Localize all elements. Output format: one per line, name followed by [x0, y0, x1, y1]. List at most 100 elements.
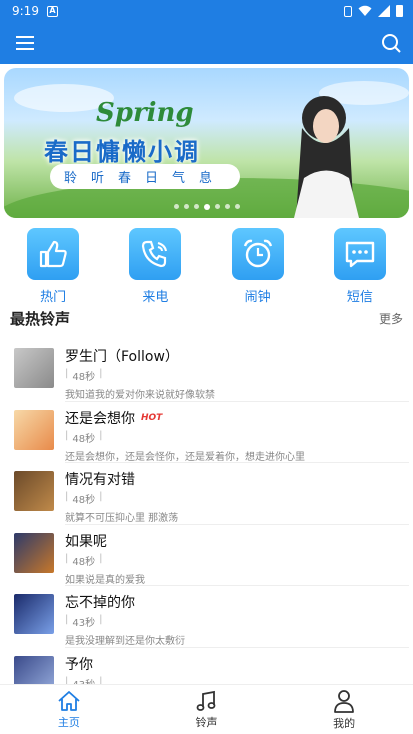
carousel-dot[interactable] [193, 204, 199, 209]
song-meta: | 48秒 | [65, 368, 409, 383]
carousel-dot[interactable] [203, 204, 210, 210]
banner-carousel[interactable]: Spring 春日慵懒小调 聆听春日气息 [4, 68, 409, 218]
hot-badge: HOT [141, 412, 163, 423]
menu-icon[interactable] [16, 35, 34, 51]
song-title: 罗生门（Follow） [65, 349, 179, 365]
carousel-dot[interactable] [214, 204, 220, 209]
song-title-row: 予你 [65, 654, 409, 674]
song-duration: 48秒 [72, 495, 96, 506]
song-meta: | 48秒 | [65, 491, 409, 506]
song-duration: 48秒 [72, 372, 96, 383]
song-duration: 48秒 [72, 556, 96, 568]
category-label: 闹钟 [244, 290, 271, 305]
tab-ringtones[interactable]: 铃声 [166, 690, 246, 730]
divider: | [99, 614, 103, 625]
song-title-row: 情况有对错 [65, 469, 409, 489]
carousel-indicator [4, 204, 409, 210]
bottom-tab-bar: 主页 铃声 我的 [0, 684, 413, 734]
divider: | [65, 429, 69, 441]
song-cover [14, 348, 54, 388]
banner-title: 春日慵懒小调 [44, 138, 200, 166]
music-note-icon [197, 690, 216, 711]
ringtone-item[interactable]: 如果呢 | 48秒 | 如果说是真的爱我 [0, 525, 413, 586]
category-sms[interactable]: 短信 [320, 228, 400, 306]
ringtone-item[interactable]: 还是会想你 HOT | 48秒 | 还是会想你，还是会怪你，还是爱着你，想走进你心里 [0, 402, 413, 463]
song-title: 忘不掉的你 [65, 595, 135, 611]
song-cover [14, 655, 54, 684]
status-bar: 9:19 A [0, 0, 413, 22]
divider: | [99, 675, 103, 685]
song-meta: | 48秒 | [65, 553, 409, 568]
category-label: 来电 [142, 290, 169, 305]
song-info: 予你|43秒| [65, 654, 409, 685]
category-label: 短信 [346, 290, 373, 305]
song-title: 如果呢 [65, 533, 107, 550]
tab-profile[interactable]: 我的 [304, 689, 384, 731]
song-title: 还是会想你 [65, 410, 135, 427]
divider: | [65, 675, 69, 685]
ringtone-item[interactable]: 予你|43秒| [0, 648, 413, 685]
carousel-dot[interactable] [234, 204, 240, 209]
notification-a-icon: A [46, 5, 58, 17]
song-title: 予你 [65, 656, 93, 673]
category-hot[interactable]: 热门 [13, 228, 93, 306]
song-meta: | 48秒 | [65, 430, 409, 445]
app-bar [0, 22, 413, 64]
category-row: 热门 来电 闹钟 短信 [0, 218, 413, 306]
banner-subtitle: 聆听春日气息 [50, 164, 241, 189]
song-info: 情况有对错 | 48秒 | 就算不可压抑心里 那激荡 [65, 469, 409, 525]
ringtone-list: 罗生门（Follow） | 48秒 | 我知道我的爱对你来说就好像软禁 还是会想你 HOT |… [0, 340, 413, 684]
carousel-dot[interactable] [224, 204, 230, 209]
song-duration: 43秒 [72, 618, 96, 629]
ringtone-item[interactable]: 情况有对错 | 48秒 | 就算不可压抑心里 那激荡 [0, 463, 413, 525]
song-info: 罗生门（Follow） | 48秒 | 我知道我的爱对你来说就好像软禁 [65, 346, 409, 402]
song-lyric: 如果说是真的爱我 [65, 574, 145, 586]
song-meta: |43秒| [65, 676, 409, 685]
signal-icon [378, 5, 390, 17]
category-alarm[interactable]: 闹钟 [218, 228, 298, 306]
divider: | [65, 491, 69, 502]
song-lyric: 就算不可压抑心里 那激荡 [65, 513, 179, 524]
song-duration: 43秒 [72, 676, 95, 685]
song-title-row: 忘不掉的你 [65, 592, 409, 612]
song-meta: |43秒| [65, 614, 409, 629]
song-info: 还是会想你 HOT | 48秒 | 还是会想你，还是会怪你，还是爱着你，想走进你心里 [65, 408, 409, 463]
divider: | [65, 614, 69, 625]
tab-home[interactable]: 主页 [29, 690, 109, 730]
phone-icon [129, 228, 182, 280]
song-lyric: 还是会想你，还是会怪你，还是爱着你，想走进你心里 [65, 451, 305, 463]
battery-icon [396, 5, 403, 17]
song-cover [14, 409, 54, 450]
song-title: 情况有对错 [65, 472, 135, 488]
song-title-row: 还是会想你 HOT [65, 408, 409, 428]
banner-title-en: Spring [96, 98, 194, 128]
search-icon[interactable] [381, 33, 401, 53]
song-lyric: 是我没理解到还是你太敷衍 [65, 636, 185, 647]
divider: | [99, 552, 103, 564]
chat-bubble-icon [333, 228, 386, 280]
hot-section-header: 最热铃声 更多 [0, 306, 413, 330]
song-title-row: 如果呢 [65, 531, 409, 551]
section-title: 最热铃声 [10, 309, 71, 328]
tab-label: 主页 [57, 715, 80, 729]
category-label: 热门 [40, 290, 67, 305]
vibrate-icon [344, 5, 352, 17]
divider: | [99, 429, 103, 441]
user-icon [334, 689, 355, 713]
ringtone-item[interactable]: 忘不掉的你 | 43秒 | 是我没理解到还是你太敷衍 [0, 586, 413, 648]
song-info: 如果呢 | 48秒 | 如果说是真的爱我 [65, 531, 409, 586]
more-link[interactable]: 更多 [379, 310, 403, 327]
carousel-dot[interactable] [173, 204, 179, 209]
song-cover [14, 532, 54, 573]
home-icon [58, 690, 80, 711]
alarm-clock-icon [231, 228, 284, 280]
carousel-dot[interactable] [183, 204, 189, 209]
ringtone-item[interactable]: 罗生门（Follow） | 48秒 | 我知道我的爱对你来说就好像软禁 [0, 340, 413, 402]
wifi-icon [358, 5, 372, 16]
song-lyric: 我知道我的爱对你来说就好像软禁 [65, 390, 215, 401]
category-ringtone[interactable]: 来电 [115, 228, 195, 306]
thumbs-up-icon [27, 228, 80, 280]
status-time: 9:19 [12, 4, 39, 18]
tab-label: 我的 [333, 716, 356, 730]
divider: | [99, 368, 103, 379]
